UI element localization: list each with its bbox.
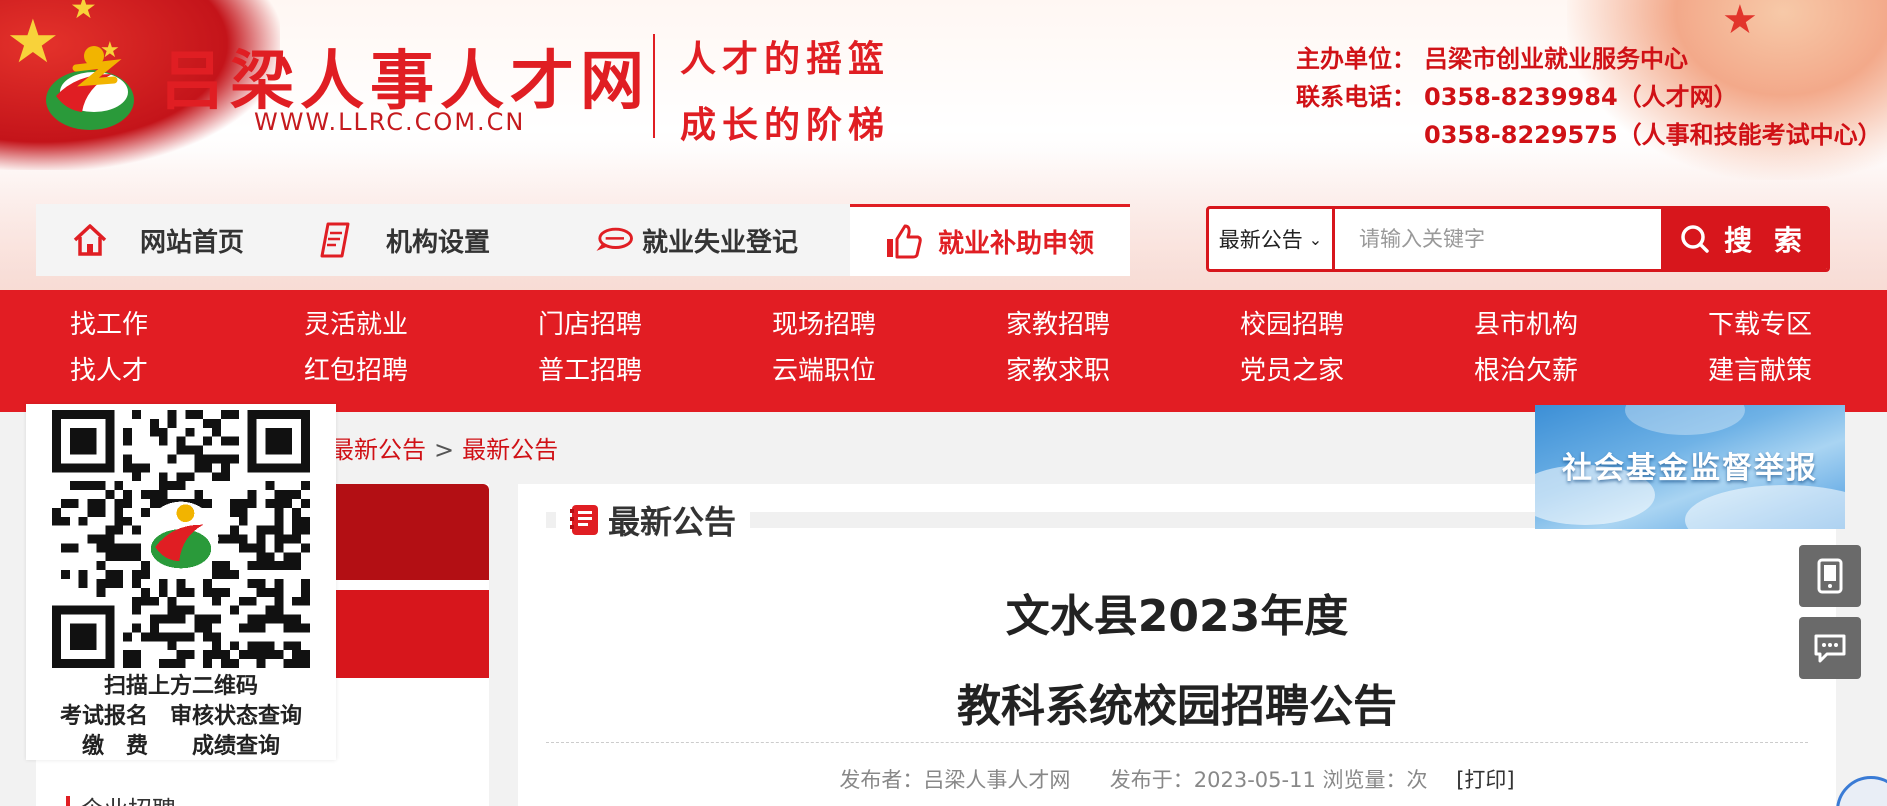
print-link[interactable]: [打印] xyxy=(1456,768,1514,792)
sidebar-item-enterprise-recruitment[interactable]: 企业招聘 xyxy=(66,790,176,806)
host-value: 吕梁市创业就业服务中心 xyxy=(1424,45,1688,73)
subnav-find-talent[interactable]: 找人才 xyxy=(70,348,304,394)
slogan-line-2: 成长的阶梯 xyxy=(680,104,891,146)
breadcrumb-separator: > xyxy=(434,436,455,464)
logo-divider xyxy=(653,34,655,138)
host-label: 主办单位： xyxy=(1296,45,1416,73)
star-icon: ★ xyxy=(1722,0,1758,43)
notebook-icon xyxy=(570,505,598,535)
nav-organization-label: 机构设置 xyxy=(386,227,491,258)
nav-registration[interactable]: 就业失业登记 xyxy=(580,204,850,276)
qr-code-panel: 扫描上方二维码 考试报名 审核状态查询 缴 费 成绩查询 xyxy=(26,404,336,760)
star-icon: ★ xyxy=(70,0,97,26)
home-icon xyxy=(70,220,110,260)
banner-text: 社会基金监督举报 xyxy=(1562,451,1818,486)
breadcrumb-item[interactable]: 最新公告 xyxy=(462,436,558,464)
feedback-button[interactable] xyxy=(1799,617,1861,679)
phone-label: 联系电话： xyxy=(1296,83,1416,111)
document-icon xyxy=(316,220,356,260)
subnav-general-worker-recruitment[interactable]: 普工招聘 xyxy=(538,348,772,394)
site-logo-icon[interactable] xyxy=(36,34,144,142)
cloud-decoration xyxy=(1685,485,1845,529)
mobile-phone-icon xyxy=(1817,558,1843,594)
qr-caption-1: 扫描上方二维码 xyxy=(103,673,258,699)
subnav-flexible-employment[interactable]: 灵活就业 xyxy=(304,302,538,348)
thumbs-up-icon xyxy=(884,222,924,262)
message-icon xyxy=(1814,634,1846,663)
views-label: 浏览量： xyxy=(1322,768,1407,792)
sub-nav-grid: 找工作 灵活就业 门店招聘 现场招聘 家教招聘 校园招聘 县市机构 下载专区 找… xyxy=(70,302,1887,394)
article-title-line-1: 文水县2023年度 xyxy=(1005,591,1349,642)
subnav-onsite-recruitment[interactable]: 现场招聘 xyxy=(772,302,1006,348)
breadcrumb: 最新公告 > 最新公告 xyxy=(330,430,558,465)
qr-caption-3: 缴 费 成绩查询 xyxy=(81,733,280,759)
date-label: 发布于： xyxy=(1109,768,1194,792)
section-title-label: 最新公告 xyxy=(608,503,737,541)
chevron-down-icon: ⌄ xyxy=(1308,229,1323,249)
subnav-store-recruitment[interactable]: 门店招聘 xyxy=(538,302,772,348)
nav-registration-label: 就业失业登记 xyxy=(642,227,799,258)
subnav-party-members-home[interactable]: 党员之家 xyxy=(1240,348,1474,394)
chat-widget-button[interactable] xyxy=(1836,776,1887,806)
search-icon xyxy=(1681,225,1709,253)
search-button[interactable]: 搜 索 xyxy=(1661,209,1827,269)
subnav-county-agencies[interactable]: 县市机构 xyxy=(1474,302,1708,348)
top-nav: 网站首页 机构设置 就业失业登记 就业补助申领 xyxy=(36,204,1130,276)
subnav-cloud-jobs[interactable]: 云端职位 xyxy=(772,348,1006,394)
search-input[interactable] xyxy=(1335,209,1661,269)
phone-2: 0358-8229575（人事和技能考试中心） xyxy=(1424,121,1882,149)
search-category-select[interactable]: 最新公告 ⌄ xyxy=(1209,209,1335,269)
article-meta: 发布者：吕梁人事人才网 发布于：2023-05-11 浏览量：次 [打印] xyxy=(518,764,1836,794)
publisher-value: 吕梁人事人才网 xyxy=(923,768,1071,792)
search-button-label: 搜 索 xyxy=(1724,224,1808,257)
subnav-downloads[interactable]: 下载专区 xyxy=(1708,302,1887,348)
site-url: WWW.LLRC.COM.CN xyxy=(254,108,526,136)
nav-subsidy[interactable]: 就业补助申领 xyxy=(850,204,1130,276)
subnav-tutor-jobseeking[interactable]: 家教求职 xyxy=(1006,348,1240,394)
article-panel: 最新公告 文水县2023年度 教科系统校园招聘公告 发布者：吕梁人事人才网 发布… xyxy=(518,484,1836,806)
subnav-red-packet-recruitment[interactable]: 红包招聘 xyxy=(304,348,538,394)
subnav-find-job[interactable]: 找工作 xyxy=(70,302,304,348)
nav-home[interactable]: 网站首页 xyxy=(36,204,308,276)
cloud-decoration xyxy=(1625,405,1745,435)
subnav-wage-arrears[interactable]: 根治欠薪 xyxy=(1474,348,1708,394)
subnav-tutor-recruitment[interactable]: 家教招聘 xyxy=(1006,302,1240,348)
subnav-campus-recruitment[interactable]: 校园招聘 xyxy=(1240,302,1474,348)
mobile-site-button[interactable] xyxy=(1799,545,1861,607)
nav-home-label: 网站首页 xyxy=(140,227,245,258)
qr-code-icon xyxy=(52,410,310,668)
sub-nav: 找工作 灵活就业 门店招聘 现场招聘 家教招聘 校园招聘 县市机构 下载专区 找… xyxy=(0,290,1887,412)
divider xyxy=(546,742,1808,743)
article-title-line-2: 教科系统校园招聘公告 xyxy=(957,681,1397,732)
qr-caption-2: 考试报名 审核状态查询 xyxy=(59,703,302,729)
nav-subsidy-label: 就业补助申领 xyxy=(938,229,1095,259)
fund-report-banner[interactable]: 社会基金监督举报 xyxy=(1535,405,1845,529)
contact-info: 主办单位： 吕梁市创业就业服务中心 联系电话： 0358-8239984（人才网） … xyxy=(1296,40,1882,154)
section-title: 最新公告 xyxy=(556,498,751,542)
breadcrumb-item[interactable]: 最新公告 xyxy=(330,436,426,464)
search-category-value: 最新公告 xyxy=(1218,228,1303,252)
subnav-suggestions[interactable]: 建言献策 xyxy=(1708,348,1887,394)
views-unit: 次 xyxy=(1406,768,1428,792)
search-bar: 最新公告 ⌄ 搜 索 xyxy=(1206,206,1830,272)
speech-bubble-icon xyxy=(594,220,634,260)
slogan-line-1: 人才的摇篮 xyxy=(680,38,891,80)
phone-1: 0358-8239984（人才网） xyxy=(1424,83,1738,111)
publisher-label: 发布者： xyxy=(839,768,924,792)
nav-organization[interactable]: 机构设置 xyxy=(308,204,580,276)
date-value: 2023-05-11 xyxy=(1193,768,1316,792)
